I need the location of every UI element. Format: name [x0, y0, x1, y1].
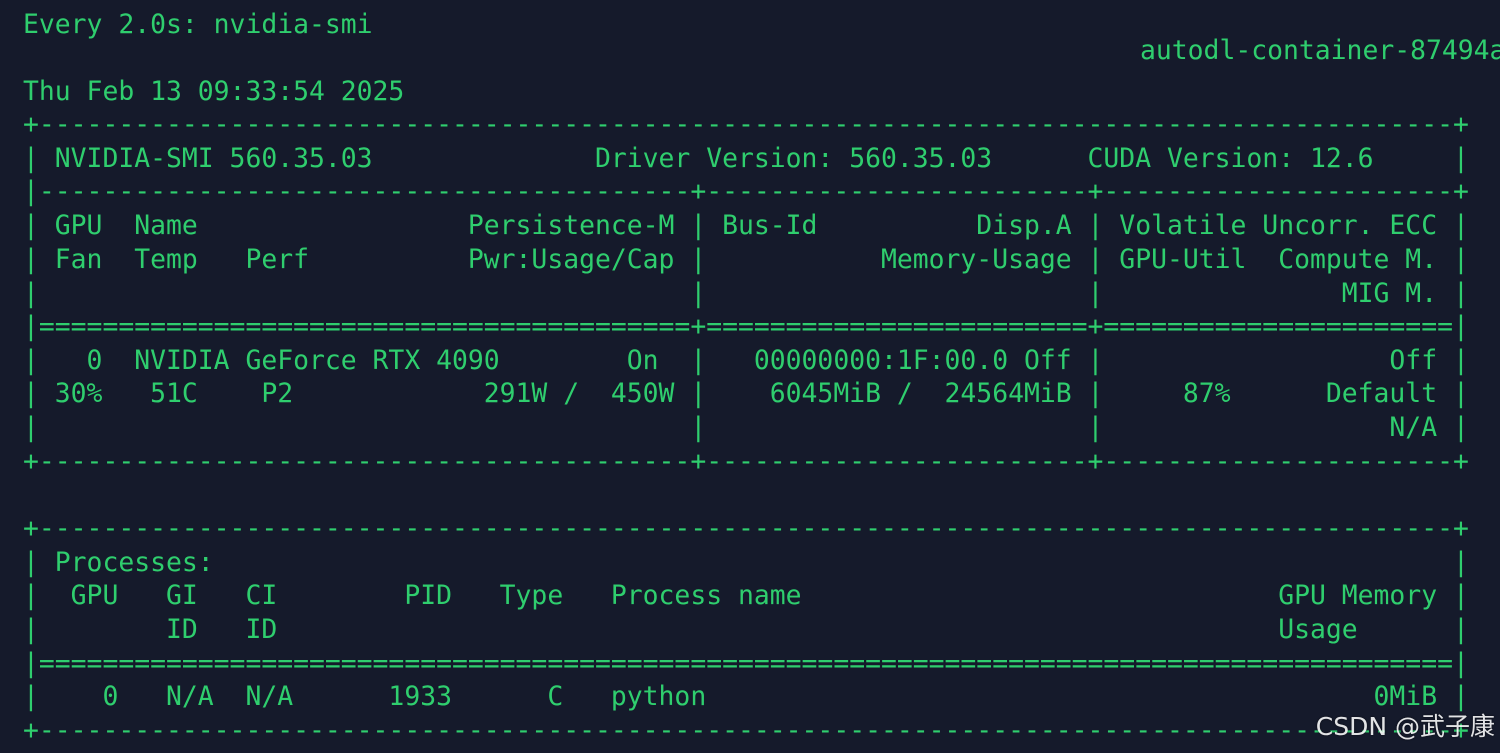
timestamp: Thu Feb 13 09:33:54 2025 [23, 76, 405, 107]
hostname-header: autodl-container-87494a [1140, 35, 1500, 67]
terminal-window[interactable]: Every 2.0s: nvidia-smi autodl-container-… [0, 0, 1500, 753]
gpu-data-row: | 0 NVIDIA GeForce RTX 4090 On | 0000000… [23, 345, 1469, 376]
gpu-header-row: | | | MIG M. | [23, 278, 1469, 309]
table-border-top: +---------------------------------------… [23, 513, 1469, 544]
processes-header-row: | ID ID Usage | [23, 614, 1469, 645]
gpu-data-row: | 30% 51C P2 291W / 450W | 6045MiB / 245… [23, 378, 1469, 409]
watch-command-header: Every 2.0s: nvidia-smi [23, 9, 373, 40]
table-border-bottom: +---------------------------------------… [23, 446, 1469, 477]
gpu-header-row: | Fan Temp Perf Pwr:Usage/Cap | Memory-U… [23, 244, 1469, 275]
gpu-data-row: | | | N/A | [23, 412, 1469, 443]
table-divider: |---------------------------------------… [23, 176, 1469, 207]
processes-title-row: | Processes: | [23, 547, 1469, 578]
table-border-top: +---------------------------------------… [23, 109, 1469, 140]
table-divider-double: |=======================================… [23, 648, 1469, 679]
process-row: | 0 N/A N/A 1933 C python 0MiB | [23, 681, 1469, 712]
smi-summary-row: | NVIDIA-SMI 560.35.03 Driver Version: 5… [23, 143, 1469, 174]
csdn-watermark: CSDN @武子康 [1315, 712, 1495, 741]
gpu-header-row: | GPU Name Persistence-M | Bus-Id Disp.A… [23, 210, 1469, 241]
processes-header-row: | GPU GI CI PID Type Process name GPU Me… [23, 580, 1469, 611]
table-divider-double: |=======================================… [23, 311, 1469, 342]
table-border-bottom: +---------------------------------------… [23, 715, 1469, 746]
